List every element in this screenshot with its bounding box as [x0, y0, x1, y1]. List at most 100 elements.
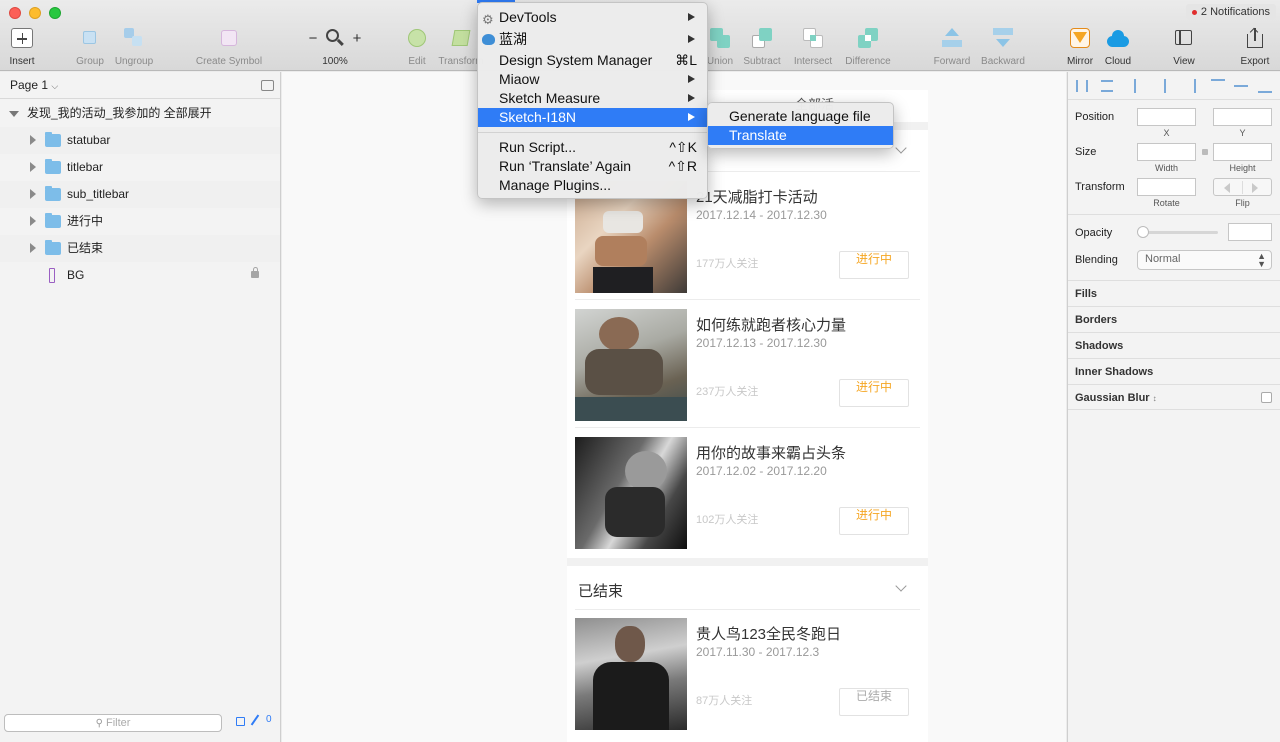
- disclosure-icon: [30, 189, 36, 199]
- borders-section[interactable]: Borders: [1068, 306, 1280, 332]
- gaussian-blur-section[interactable]: Gaussian Blur ↕: [1068, 384, 1280, 410]
- flip-vertical-icon[interactable]: [1252, 183, 1258, 193]
- backward-button[interactable]: Backward: [981, 28, 1025, 67]
- shadows-section[interactable]: Shadows: [1068, 332, 1280, 358]
- align-middle-icon[interactable]: [1234, 85, 1248, 87]
- subtract-icon: [752, 28, 772, 48]
- menu-item-generate-language-file[interactable]: Generate language file: [708, 107, 893, 126]
- arrow-down-icon: [993, 28, 1013, 48]
- flip-buttons[interactable]: [1213, 178, 1272, 196]
- folder-icon: [45, 240, 61, 255]
- view-icon: [1174, 28, 1194, 48]
- menu-item-sketch-measure[interactable]: Sketch Measure: [478, 89, 707, 108]
- collapse-panel-icon[interactable]: [261, 80, 274, 91]
- status-badge[interactable]: 进行中: [839, 379, 909, 407]
- layer-bg[interactable]: BG: [0, 262, 280, 289]
- cloud-button[interactable]: Cloud: [1105, 28, 1131, 67]
- menu-item-design-system-manager[interactable]: Design System Manager ⌘L: [478, 51, 707, 70]
- edit-button[interactable]: Edit: [407, 28, 427, 67]
- group-button[interactable]: Group: [76, 28, 104, 67]
- notifications-badge[interactable]: 2 Notifications: [1185, 4, 1276, 20]
- symbols-filter-icon[interactable]: [236, 717, 245, 726]
- activity-card[interactable]: 贵人鸟123全民冬跑日 2017.11.30 - 2017.12.3 87万人关…: [575, 618, 920, 736]
- fills-section[interactable]: Fills: [1068, 280, 1280, 306]
- layer-ongoing[interactable]: 进行中: [0, 208, 280, 235]
- minimize-window-button[interactable]: [29, 7, 41, 19]
- menu-item-miaow[interactable]: Miaow: [478, 70, 707, 89]
- zoom-window-button[interactable]: [49, 7, 61, 19]
- menu-item-run-script[interactable]: Run Script... ^⇧K: [478, 138, 707, 157]
- inner-shadows-section[interactable]: Inner Shadows: [1068, 358, 1280, 384]
- plugins-menu: ⚙ DevTools 蓝湖 Design System Manager ⌘L Mi…: [477, 2, 708, 199]
- menu-item-manage-plugins[interactable]: Manage Plugins...: [478, 176, 707, 195]
- transform-button[interactable]: Transform: [438, 28, 484, 67]
- mirror-button[interactable]: Mirror: [1067, 28, 1093, 67]
- divider: [575, 427, 920, 428]
- activity-card[interactable]: 如何练就跑者核心力量 2017.12.13 - 2017.12.30 237万人…: [575, 309, 920, 428]
- opacity-slider[interactable]: [1138, 231, 1218, 234]
- layer-sub-titlebar[interactable]: sub_titlebar: [0, 181, 280, 208]
- page-selector[interactable]: Page 1 ⌵: [0, 72, 280, 99]
- forward-button[interactable]: Forward: [934, 28, 970, 67]
- layer-titlebar[interactable]: titlebar: [0, 154, 280, 181]
- alert-dot-icon: [1191, 9, 1197, 15]
- layer-filter-input[interactable]: ⚲ Filter: [4, 714, 222, 732]
- rotate-field[interactable]: [1137, 178, 1196, 196]
- status-badge[interactable]: 进行中: [839, 251, 909, 279]
- opacity-field[interactable]: [1228, 223, 1272, 241]
- chevron-down-icon[interactable]: [895, 142, 907, 154]
- updown-chevron-icon: ↕: [1152, 394, 1157, 403]
- updown-chevron-icon: ▲ ▼: [1257, 251, 1266, 269]
- submenu-arrow-icon: [688, 94, 695, 102]
- align-right-icon[interactable]: [1194, 79, 1196, 93]
- status-badge[interactable]: 进行中: [839, 507, 909, 535]
- menu-item-translate[interactable]: Translate: [708, 126, 893, 145]
- create-symbol-button[interactable]: Create Symbol: [196, 28, 262, 67]
- menu-item-run-again[interactable]: Run ‘Translate’ Again ^⇧R: [478, 157, 707, 176]
- zoom-out-button[interactable]: −: [308, 30, 318, 47]
- menu-item-sketch-i18n[interactable]: Sketch-I18N: [478, 108, 707, 127]
- folder-icon: [45, 186, 61, 201]
- layer-artboard[interactable]: 发现_我的活动_我参加的 全部展开: [0, 100, 280, 127]
- activity-photo: [575, 437, 687, 549]
- height-field[interactable]: [1213, 143, 1272, 161]
- view-button[interactable]: View: [1173, 28, 1195, 67]
- intersect-button[interactable]: Intersect: [794, 28, 832, 67]
- menu-item-lanhu[interactable]: 蓝湖: [478, 30, 707, 49]
- align-bottom-icon[interactable]: [1258, 91, 1272, 93]
- status-badge[interactable]: 已结束: [839, 688, 909, 716]
- insert-button[interactable]: Insert: [9, 28, 35, 67]
- divider: [575, 299, 920, 300]
- align-center-icon[interactable]: [1164, 79, 1166, 93]
- subtract-button[interactable]: Subtract: [743, 28, 781, 67]
- activity-card[interactable]: 用你的故事来霸占头条 2017.12.02 - 2017.12.20 102万人…: [575, 437, 920, 555]
- gaussian-blur-checkbox[interactable]: [1261, 392, 1272, 403]
- union-button[interactable]: Union: [707, 28, 733, 67]
- layer-statubar[interactable]: statubar: [0, 127, 280, 154]
- distribute-vertical-icon[interactable]: [1101, 80, 1113, 92]
- ungroup-button[interactable]: Ungroup: [115, 28, 153, 67]
- blending-select[interactable]: Normal ▲ ▼: [1137, 250, 1272, 270]
- menu-item-devtools[interactable]: ⚙ DevTools: [478, 8, 707, 27]
- lock-ratio-icon[interactable]: [1202, 149, 1208, 155]
- chevron-down-icon[interactable]: [895, 580, 907, 592]
- lock-icon[interactable]: [251, 271, 259, 278]
- difference-button[interactable]: Difference: [845, 28, 891, 67]
- position-x-field[interactable]: [1137, 108, 1196, 126]
- inspector-panel: Position X Y Size Width Height Transform…: [1067, 72, 1280, 742]
- slices-filter-icon[interactable]: [250, 714, 260, 726]
- opacity-slider-knob[interactable]: [1137, 226, 1149, 238]
- close-window-button[interactable]: [9, 7, 21, 19]
- divider: [575, 609, 920, 610]
- flip-horizontal-icon[interactable]: [1224, 183, 1230, 193]
- align-left-icon[interactable]: [1134, 79, 1136, 93]
- distribute-horizontal-icon[interactable]: [1076, 80, 1088, 92]
- zoom-control[interactable]: 100%: [322, 28, 348, 67]
- position-y-field[interactable]: [1213, 108, 1272, 126]
- export-button[interactable]: Export: [1241, 27, 1269, 67]
- difference-icon: [858, 28, 878, 48]
- layer-ended[interactable]: 已结束: [0, 235, 280, 262]
- width-field[interactable]: [1137, 143, 1196, 161]
- align-top-icon[interactable]: [1211, 79, 1225, 81]
- zoom-in-button[interactable]: +: [352, 30, 362, 47]
